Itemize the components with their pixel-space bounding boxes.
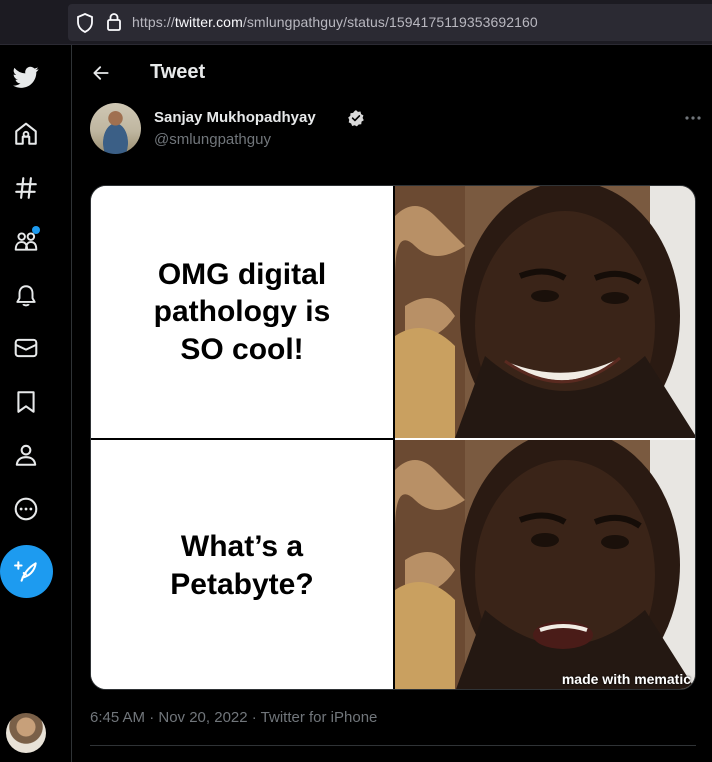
compose-tweet-button[interactable] <box>0 545 53 598</box>
sidebar-item-profile[interactable] <box>8 437 44 473</box>
sidebar-item-bookmarks[interactable] <box>8 384 44 420</box>
author-name[interactable]: Sanjay Mukhopadhyay <box>154 109 316 126</box>
url-prefix: https:// <box>132 14 175 30</box>
meme-top-caption: OMG digital pathology is SO cool! <box>91 186 393 438</box>
more-circle-icon <box>14 497 38 521</box>
mail-icon <box>14 338 38 358</box>
page-title: Tweet <box>150 61 206 83</box>
bird-icon <box>13 66 39 88</box>
main-column: Tweet Sanjay Mukhopadhyay @smlungpathguy… <box>73 45 712 762</box>
person-icon <box>15 444 37 466</box>
twitter-logo-link[interactable] <box>8 59 44 95</box>
author-avatar[interactable] <box>90 103 141 154</box>
lock-icon[interactable] <box>106 12 122 32</box>
hashtag-icon <box>15 177 37 199</box>
tweet-media-meme[interactable]: OMG digital pathology is SO cool! What’s… <box>90 185 696 690</box>
feather-plus-icon <box>13 560 37 582</box>
sidebar-item-explore[interactable] <box>8 170 44 206</box>
sidebar-item-more[interactable] <box>8 491 44 527</box>
back-arrow-icon <box>93 66 109 80</box>
meme-bottom-caption: What’s a Petabyte? <box>91 440 393 689</box>
mematic-watermark: made with mematic <box>561 671 691 687</box>
tracking-protection-shield-icon[interactable] <box>76 13 94 33</box>
account-avatar[interactable] <box>6 713 46 753</box>
bell-icon <box>16 285 36 307</box>
author-handle[interactable]: @smlungpathguy <box>154 131 271 148</box>
sidebar-nav <box>0 45 72 762</box>
meme-photo-happy <box>395 186 695 438</box>
sidebar-item-messages[interactable] <box>8 330 44 366</box>
url-domain: twitter.com <box>174 14 243 30</box>
tweet-header: Tweet <box>73 45 712 101</box>
browser-url-bar: https://twitter.com/smlungpathguy/status… <box>0 0 712 45</box>
tweet-author: Sanjay Mukhopadhyay @smlungpathguy <box>90 103 701 157</box>
sidebar-item-notifications[interactable] <box>8 278 44 314</box>
home-icon <box>15 122 37 145</box>
url-text[interactable]: https://twitter.com/smlungpathguy/status… <box>132 14 538 30</box>
back-button[interactable] <box>87 59 115 87</box>
tweet-more-button[interactable] <box>680 105 706 131</box>
sidebar-item-home[interactable] <box>8 116 44 152</box>
verified-badge-icon <box>348 110 364 127</box>
meme-photo-disappointed: made with mematic <box>395 440 695 689</box>
sidebar-item-communities[interactable] <box>8 223 44 259</box>
url-path: /smlungpathguy/status/159417511935369216… <box>242 14 538 30</box>
bookmark-icon <box>17 391 35 413</box>
tweet-timestamp[interactable]: 6:45 AM · Nov 20, 2022 · Twitter for iPh… <box>90 709 377 726</box>
ellipsis-icon <box>685 116 701 120</box>
tweet-divider <box>90 745 696 746</box>
notification-dot <box>32 226 40 234</box>
